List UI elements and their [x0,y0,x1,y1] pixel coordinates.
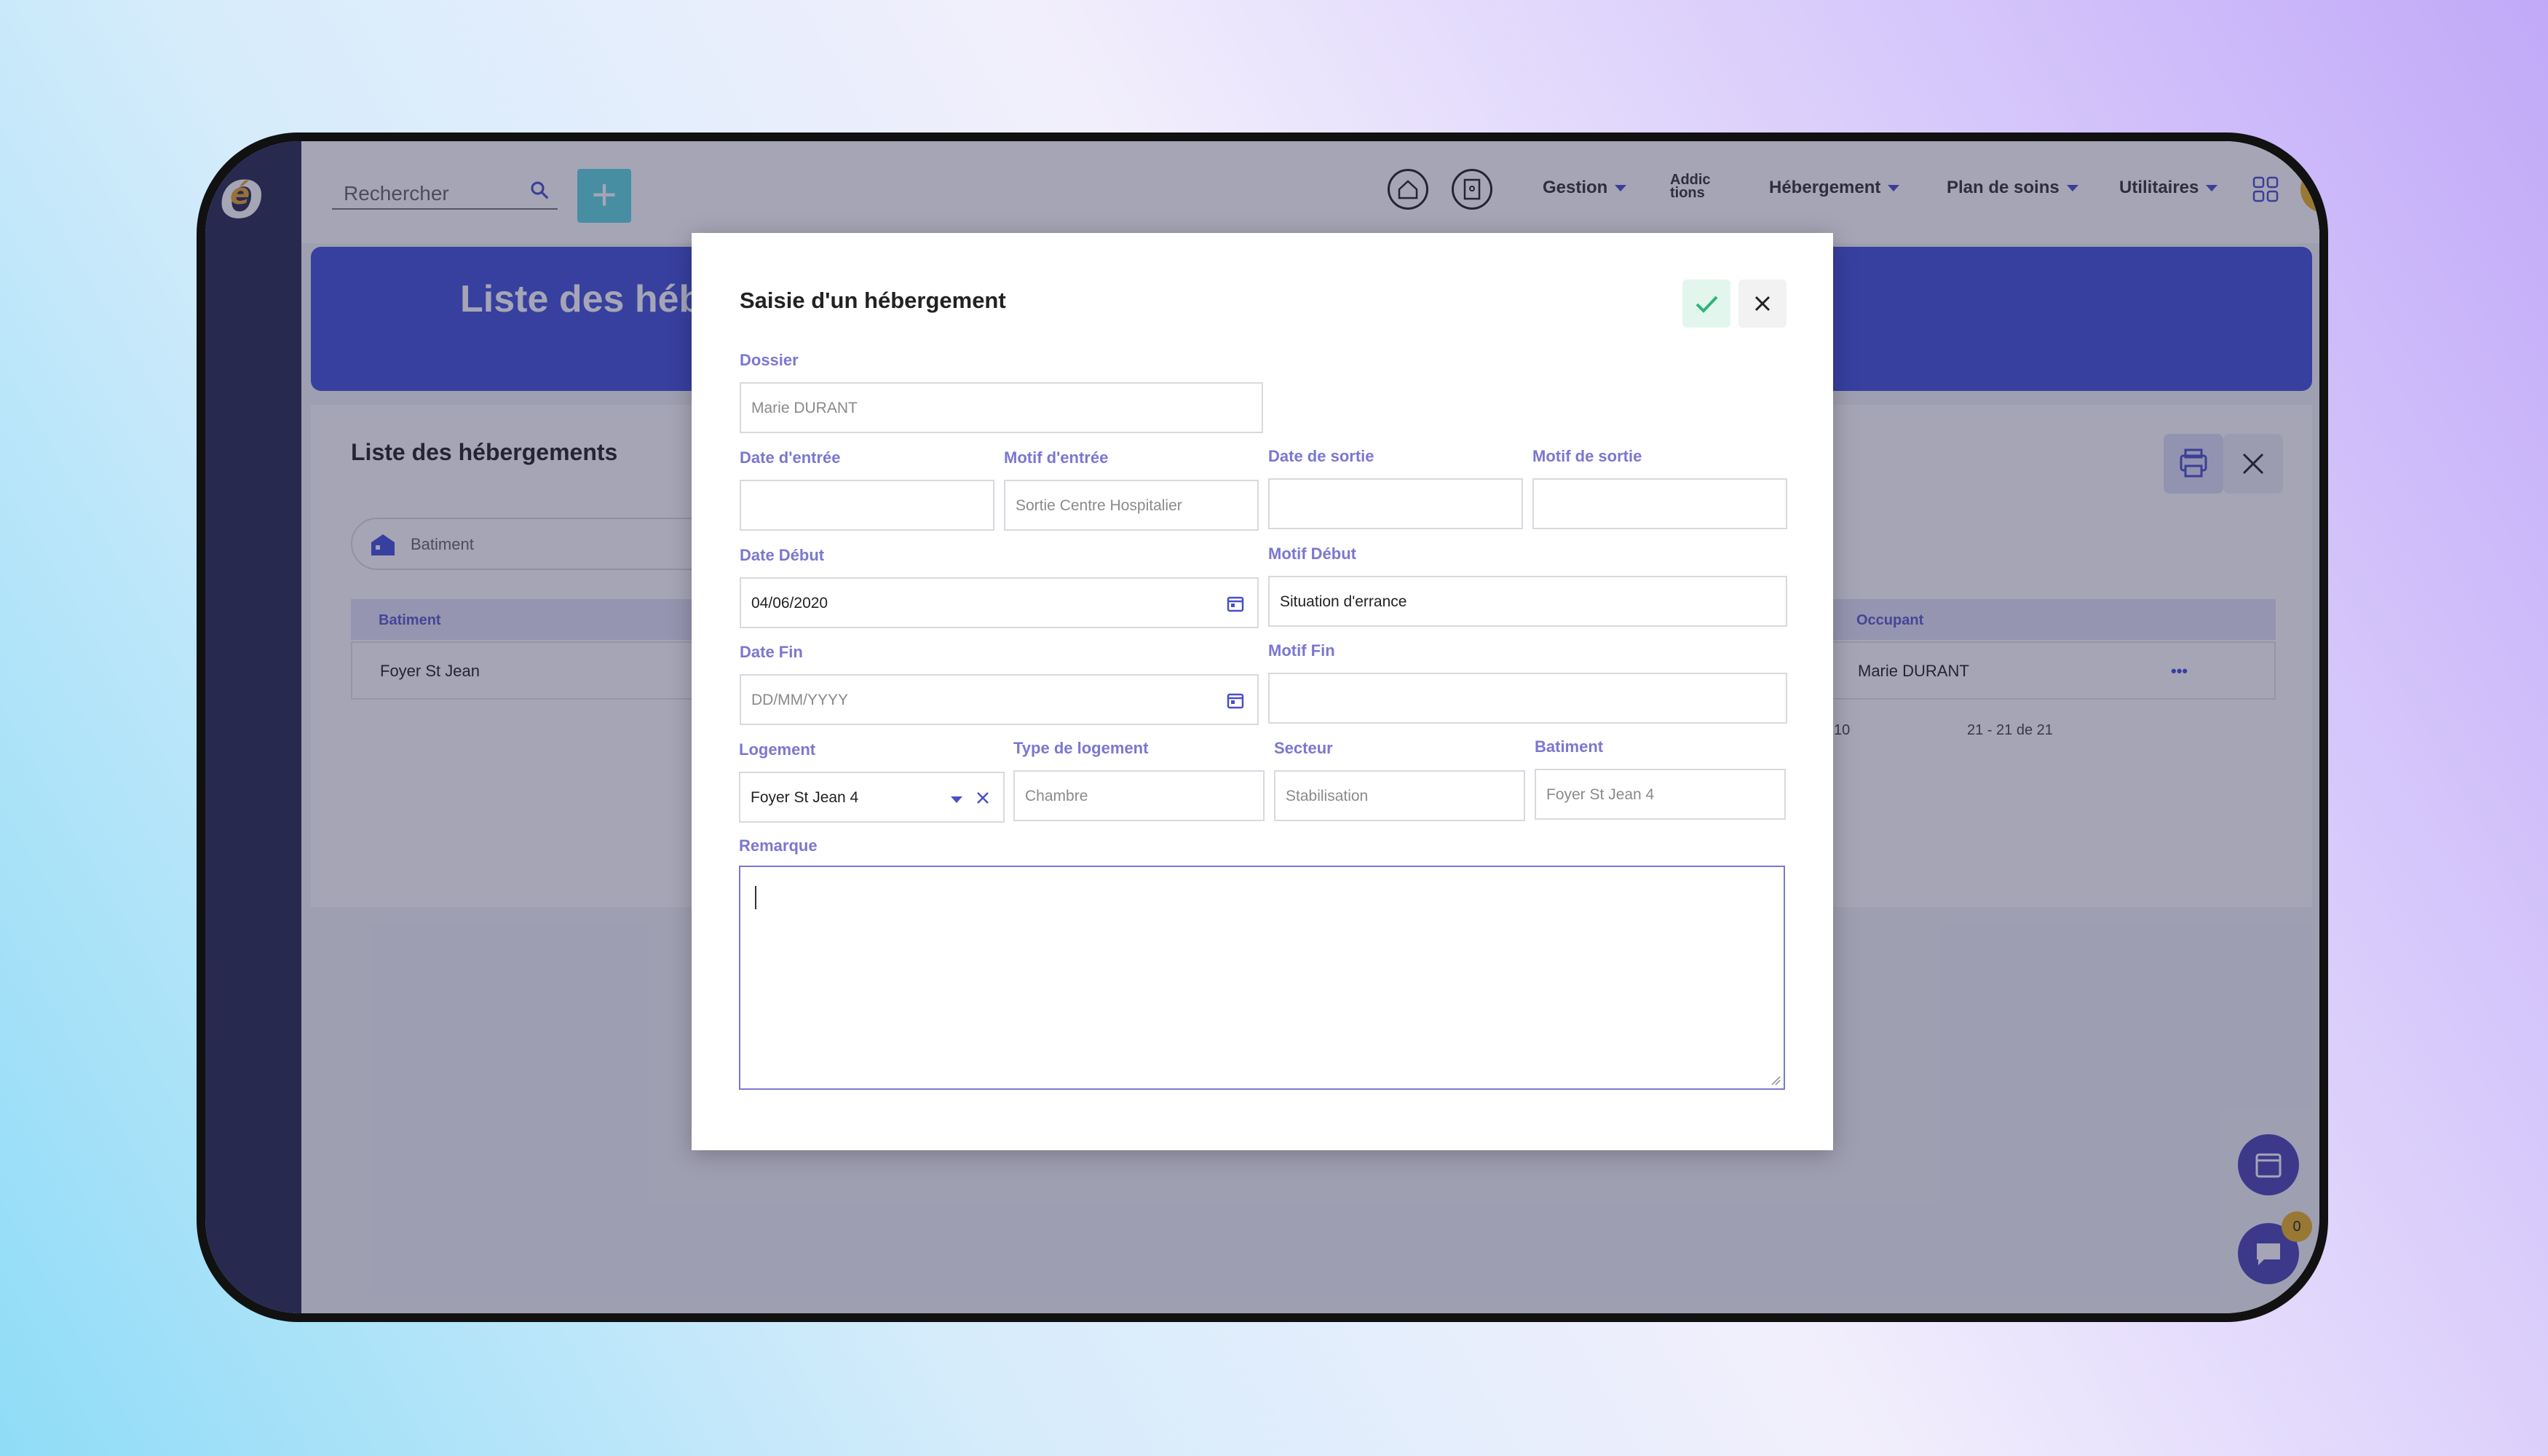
label-date-sortie: Date de sortie [1268,447,1374,465]
close-icon [1754,296,1770,312]
chevron-down-icon[interactable] [951,796,962,803]
clear-icon[interactable] [973,788,993,808]
check-icon [1696,296,1718,313]
calendar-icon[interactable] [1225,593,1246,614]
batiment-field[interactable]: Foyer St Jean 4 [1535,769,1786,820]
label-motif-entree: Motif d'entrée [1004,448,1109,467]
secteur-field[interactable]: Stabilisation [1274,770,1525,821]
logement-select[interactable]: Foyer St Jean 4 [739,772,1005,823]
label-motif-debut: Motif Début [1268,545,1356,563]
label-logement: Logement [739,740,816,759]
motif-entree-field[interactable]: Sortie Centre Hospitalier [1004,480,1259,531]
dossier-field[interactable]: Marie DURANT [740,382,1263,433]
date-sortie-field[interactable] [1268,478,1523,529]
label-motif-fin: Motif Fin [1268,641,1335,660]
calendar-icon[interactable] [1225,690,1246,711]
dialog-title: Saisie d'un hébergement [740,288,1006,313]
date-entree-field[interactable] [740,480,994,531]
label-dossier: Dossier [740,351,799,369]
type-logement-field[interactable]: Chambre [1013,770,1265,821]
close-dialog-button[interactable] [1738,280,1787,328]
label-type-logement: Type de logement [1013,739,1149,757]
label-date-entree: Date d'entrée [740,448,841,467]
label-date-fin: Date Fin [740,643,803,661]
text-cursor [755,886,756,909]
label-motif-sortie: Motif de sortie [1532,447,1642,465]
confirm-button[interactable] [1682,280,1730,328]
date-fin-field[interactable]: DD/MM/YYYY [740,674,1259,725]
motif-sortie-field[interactable] [1532,478,1787,529]
date-debut-field[interactable]: 04/06/2020 [740,577,1259,628]
motif-debut-field[interactable]: Situation d'errance [1268,576,1787,627]
label-date-debut: Date Début [740,546,825,564]
label-secteur: Secteur [1274,739,1333,757]
motif-fin-field[interactable] [1268,673,1787,724]
remarque-textarea[interactable] [739,866,1785,1090]
resize-handle-icon[interactable] [1769,1074,1781,1085]
hebergement-dialog: Saisie d'un hébergement Dossier Marie DU… [692,233,1833,1150]
label-batiment: Batiment [1535,737,1604,756]
label-remarque: Remarque [739,836,818,855]
